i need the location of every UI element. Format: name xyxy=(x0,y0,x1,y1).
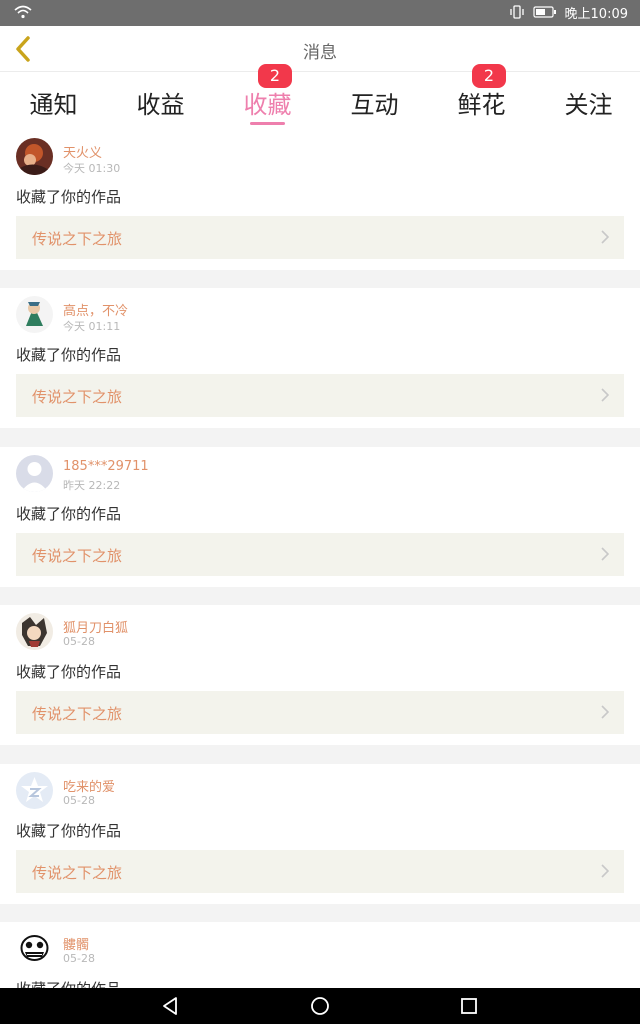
vibrate-icon xyxy=(509,4,525,26)
tab-label: 收藏 xyxy=(243,91,292,119)
tab-2[interactable]: 收藏 2 xyxy=(214,64,321,130)
avatar[interactable] xyxy=(16,454,53,492)
action-text: 收藏了你的作品 xyxy=(16,821,122,840)
chevron-right-icon xyxy=(601,388,610,402)
back-nav-icon[interactable] xyxy=(159,994,183,1018)
tab-4[interactable]: 鲜花 2 xyxy=(428,64,535,130)
wifi-icon xyxy=(14,4,32,24)
work-title: 传说之下之旅 xyxy=(32,546,123,565)
avatar[interactable] xyxy=(16,296,53,334)
user-name[interactable]: 天火义 xyxy=(63,142,102,161)
action-text: 收藏了你的作品 xyxy=(16,346,122,365)
header: 消息 xyxy=(0,26,640,72)
avatar[interactable] xyxy=(16,613,53,651)
timestamp: 05-28 xyxy=(63,635,95,649)
status-bar: 晚上10:09 xyxy=(0,0,640,26)
system-nav-bar xyxy=(0,988,640,1024)
work-link[interactable]: 传说之下之旅 xyxy=(16,849,624,893)
avatar[interactable] xyxy=(16,930,53,967)
recents-nav-icon[interactable] xyxy=(457,994,481,1018)
list-item: 吃来的爱 05-28 收藏了你的作品传说之下之旅 xyxy=(0,763,640,904)
tab-1[interactable]: 收益 xyxy=(107,72,214,130)
action-text: 收藏了你的作品 xyxy=(16,978,121,988)
active-tab-indicator xyxy=(250,122,285,125)
chevron-right-icon xyxy=(601,864,610,878)
chevron-right-icon xyxy=(601,230,610,244)
battery-icon xyxy=(532,6,557,24)
work-title: 传说之下之旅 xyxy=(32,388,123,407)
tab-5[interactable]: 关注 xyxy=(535,72,640,130)
tab-badge: 2 xyxy=(472,64,506,88)
list-item: 天火义 今天 01:30 收藏了你的作品传说之下之旅 xyxy=(0,130,640,270)
work-link[interactable]: 传说之下之旅 xyxy=(16,216,624,259)
timestamp: 05-28 xyxy=(63,793,95,807)
page-title: 消息 xyxy=(303,43,337,63)
message-list: 天火义 今天 01:30 收藏了你的作品 传说之下之旅 高点，不冷 今天 01:11 收藏了… xyxy=(0,130,640,988)
list-item: 185***29711 昨天 22:22 收藏了你的作品传说之下之旅 xyxy=(0,446,640,587)
tab-label: 鲜花 xyxy=(457,91,506,119)
timestamp: 05-28 xyxy=(63,952,95,965)
status-time: 晚上10:09 xyxy=(564,7,628,22)
tab-bar: 通知 收益 收藏 2 互动 鲜花 2 关注 xyxy=(0,64,640,130)
user-name[interactable]: 185***29711 xyxy=(63,459,149,474)
user-name[interactable]: 吃来的爱 xyxy=(63,776,115,795)
chevron-right-icon xyxy=(601,705,610,719)
work-link[interactable]: 传说之下之旅 xyxy=(16,691,624,735)
timestamp: 昨天 22:22 xyxy=(63,478,121,492)
chevron-right-icon xyxy=(601,547,610,561)
user-name[interactable]: 髏髑 xyxy=(63,934,89,953)
tab-label: 通知 xyxy=(29,91,78,119)
user-name[interactable]: 高点，不冷 xyxy=(63,300,128,319)
home-nav-icon[interactable] xyxy=(308,994,332,1018)
work-title: 传说之下之旅 xyxy=(32,230,123,248)
tab-label: 收益 xyxy=(136,91,185,119)
work-title: 传说之下之旅 xyxy=(32,863,123,882)
tab-label: 关注 xyxy=(564,91,613,119)
action-text: 收藏了你的作品 xyxy=(16,663,122,682)
list-item: 高点，不冷 今天 01:11 收藏了你的作品传说之下之旅 xyxy=(0,288,640,429)
user-name[interactable]: 狐月刀白狐 xyxy=(63,617,128,636)
list-item: 髏髑05-28收藏了你的作品传说之下之旅 xyxy=(0,922,640,988)
avatar[interactable] xyxy=(16,771,53,809)
timestamp: 今天 01:11 xyxy=(63,320,121,334)
avatar[interactable] xyxy=(16,138,53,175)
tab-label: 互动 xyxy=(350,91,399,119)
work-link[interactable]: 传说之下之旅 xyxy=(16,374,624,418)
work-title: 传说之下之旅 xyxy=(32,705,123,724)
tab-badge: 2 xyxy=(258,64,292,88)
action-text: 收藏了你的作品 xyxy=(16,188,122,206)
tab-3[interactable]: 互动 xyxy=(321,72,428,130)
work-link[interactable]: 传说之下之旅 xyxy=(16,532,624,576)
list-item: 狐月刀白狐 05-28 收藏了你的作品传说之下之旅 xyxy=(0,605,640,746)
timestamp: 今天 01:30 xyxy=(63,162,121,175)
tab-0[interactable]: 通知 xyxy=(0,72,107,130)
action-text: 收藏了你的作品 xyxy=(16,504,122,523)
